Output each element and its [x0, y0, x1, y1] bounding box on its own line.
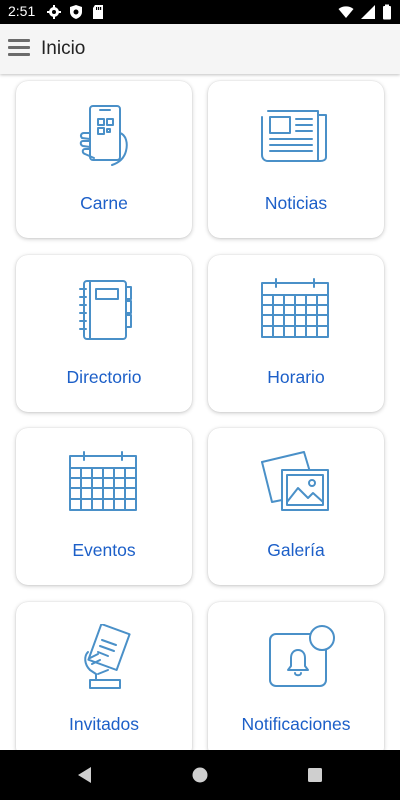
- app-bar: Inicio: [0, 24, 400, 74]
- back-icon[interactable]: [75, 765, 95, 785]
- notification-bell-icon: [269, 625, 335, 687]
- signal-icon: [361, 5, 375, 19]
- tile-eventos[interactable]: Eventos: [16, 428, 192, 585]
- gallery-icon: [261, 451, 329, 511]
- tile-label: Galería: [267, 540, 325, 560]
- tile-invitados[interactable]: Invitados: [16, 602, 192, 750]
- newspaper-icon: [261, 110, 327, 162]
- status-bar: 2:51: [0, 0, 400, 24]
- tile-label: Invitados: [68, 714, 140, 734]
- home-icon[interactable]: [190, 765, 210, 785]
- calendar-icon: [69, 451, 137, 511]
- tile-notificaciones[interactable]: Notificaciones: [208, 602, 384, 750]
- gear-icon: [47, 5, 61, 19]
- hamburger-menu-icon[interactable]: [8, 39, 32, 59]
- tile-label: Notificaciones: [241, 714, 351, 734]
- tile-label: Eventos: [72, 540, 136, 560]
- page-title: Inicio: [41, 38, 86, 59]
- sd-card-icon: [93, 5, 103, 19]
- battery-icon: [383, 4, 391, 20]
- tile-grid: Carne Noticias Directorio Horario Evento…: [0, 74, 400, 750]
- invitation-hand-icon: [84, 624, 131, 689]
- tile-directorio[interactable]: Directorio: [16, 255, 192, 412]
- tile-label: Directorio: [66, 367, 142, 387]
- wifi-icon: [338, 6, 354, 18]
- tile-label: Horario: [267, 367, 325, 387]
- tile-galeria[interactable]: Galería: [208, 428, 384, 585]
- navigation-bar: [0, 750, 400, 800]
- notebook-icon: [79, 280, 132, 340]
- tile-horario[interactable]: Horario: [208, 255, 384, 412]
- shield-icon: [70, 5, 82, 19]
- phone-qr-icon: [79, 105, 128, 166]
- recents-icon[interactable]: [305, 765, 325, 785]
- calendar-icon: [261, 278, 329, 338]
- tile-noticias[interactable]: Noticias: [208, 81, 384, 238]
- tile-carne[interactable]: Carne: [16, 81, 192, 238]
- status-time: 2:51: [8, 3, 36, 19]
- tile-label: Carne: [80, 193, 128, 213]
- tile-label: Noticias: [264, 193, 328, 213]
